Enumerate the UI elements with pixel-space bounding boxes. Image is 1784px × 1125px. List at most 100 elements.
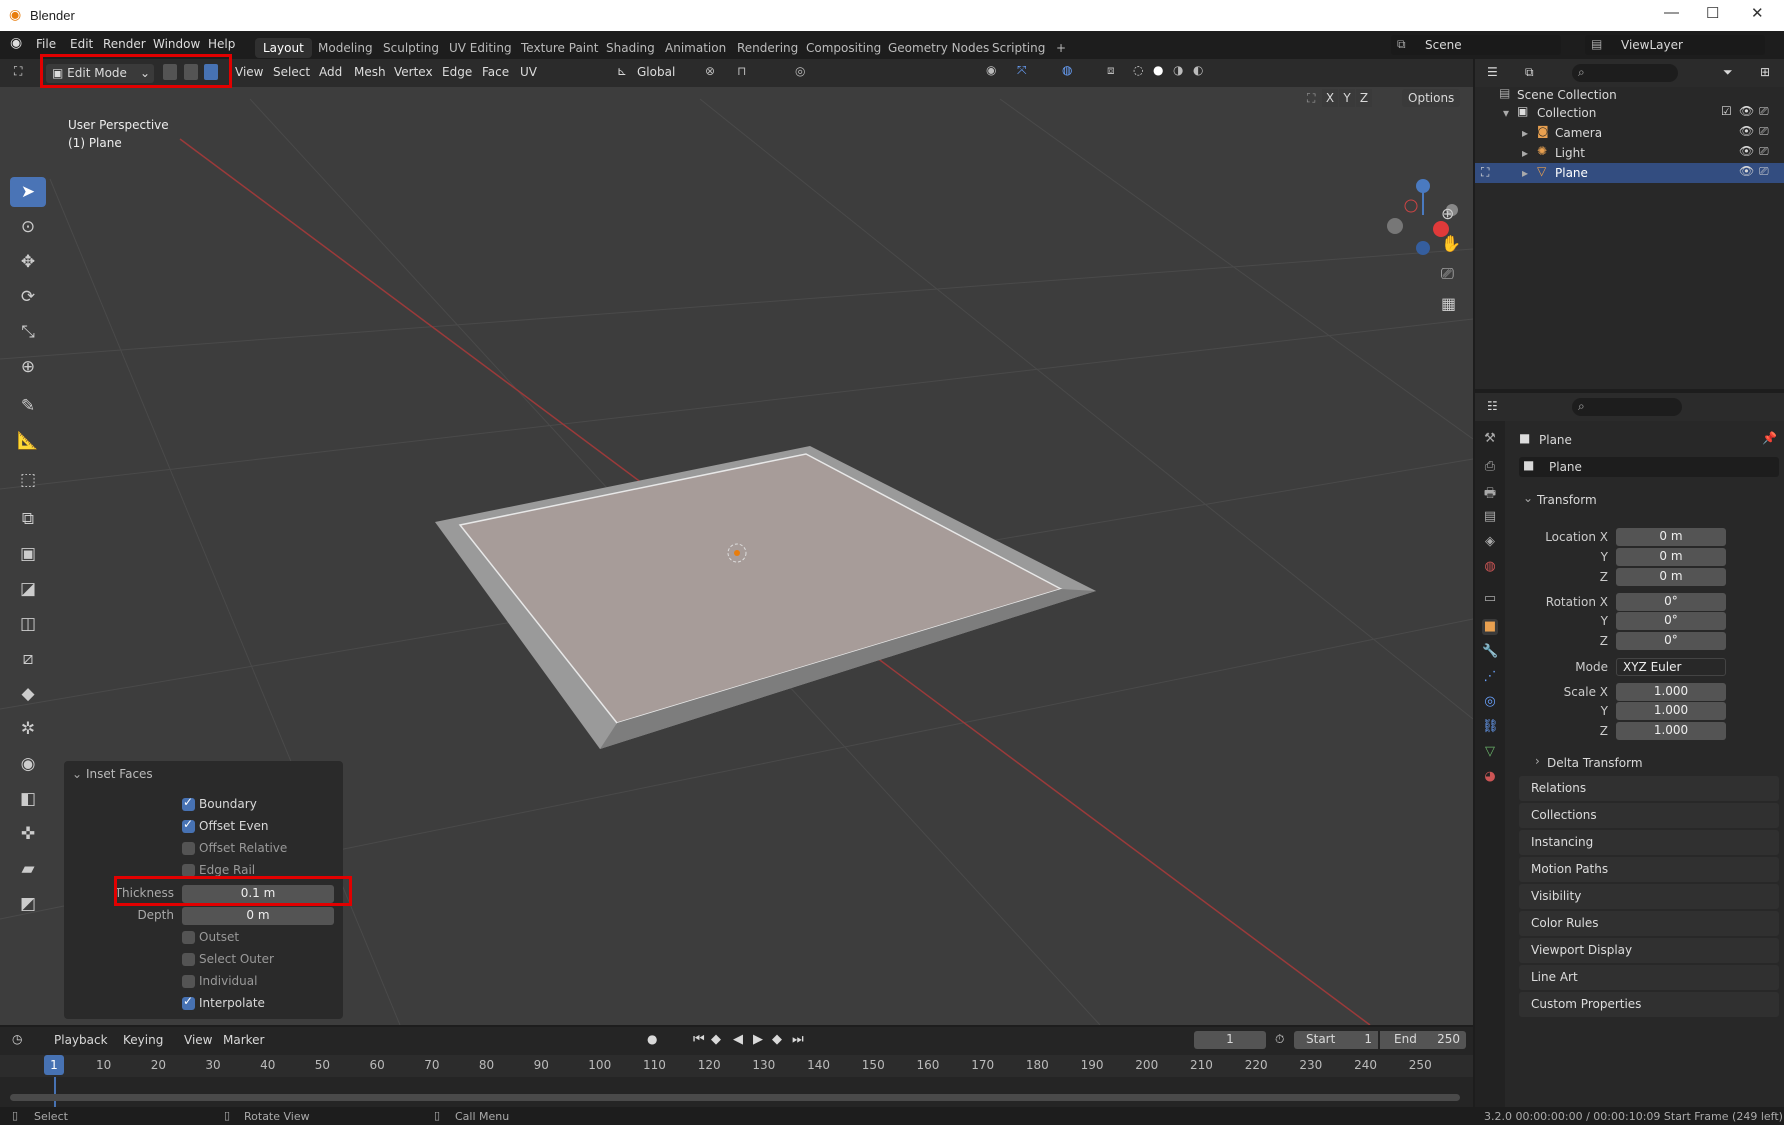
mirror-z-button[interactable]: Z — [1356, 89, 1372, 107]
material-tab-icon[interactable]: ◕ — [1482, 769, 1498, 785]
properties-search-input[interactable]: ⌕ — [1572, 398, 1682, 416]
instancing-panel[interactable]: Instancing — [1519, 830, 1779, 855]
chevron-down-icon[interactable]: ⌄ — [1523, 491, 1533, 505]
expand-icon[interactable]: ▾ — [1503, 106, 1509, 120]
scale-tool[interactable]: ⤡ — [10, 317, 46, 347]
view-menu[interactable]: View — [184, 1033, 212, 1047]
depth-field[interactable]: 0 m — [182, 907, 334, 925]
stopwatch-icon[interactable]: ⏱ — [1275, 1032, 1284, 1047]
scene-tab-icon[interactable]: ◈ — [1482, 534, 1498, 550]
location-y-field[interactable]: 0 m — [1616, 548, 1726, 566]
outliner-row-plane[interactable]: ⛶ ▸ ▽ Plane 👁 ⎚ — [1475, 163, 1784, 183]
loop-cut-tool[interactable]: ◫ — [10, 609, 46, 639]
tab-modeling[interactable]: Modeling — [310, 38, 381, 58]
outliner-editor-icon[interactable]: ☰ — [1487, 65, 1498, 79]
select-outer-checkbox[interactable] — [182, 953, 195, 966]
custom-properties-panel[interactable]: Custom Properties — [1519, 992, 1779, 1017]
filter-icon[interactable]: ⏷ — [1723, 65, 1733, 80]
pin-icon[interactable]: 📌 — [1762, 431, 1777, 445]
prev-keyframe-icon[interactable]: ◆ — [711, 1032, 721, 1047]
jump-start-icon[interactable]: ⏮ — [693, 1032, 705, 1047]
edge-slide-tool[interactable]: ◧ — [10, 784, 46, 814]
blender-menu-icon[interactable]: ◉ — [10, 35, 22, 51]
keying-menu[interactable]: Keying — [123, 1033, 163, 1047]
output-tab-icon[interactable]: 🖶 — [1482, 484, 1498, 501]
timeline-scrollbar[interactable] — [10, 1094, 1460, 1101]
viewport-display-panel[interactable]: Viewport Display — [1519, 938, 1779, 963]
transform-tool[interactable]: ⊕ — [10, 352, 46, 382]
constraints-tab-icon[interactable]: ⛓ — [1482, 719, 1499, 735]
add-workspace-button[interactable]: + — [1048, 38, 1074, 58]
scale-y-field[interactable]: 1.000 — [1616, 702, 1726, 720]
menu-add[interactable]: Add — [319, 65, 342, 79]
scale-z-field[interactable]: 1.000 — [1616, 722, 1726, 740]
inset-tool[interactable]: ▣ — [10, 539, 46, 569]
menu-mesh[interactable]: Mesh — [354, 65, 386, 79]
perspective-toggle-icon[interactable]: ▦ — [1441, 294, 1456, 313]
options-dropdown[interactable]: Options — [1402, 89, 1461, 107]
editor-type-icon[interactable]: ⛶ — [14, 64, 22, 79]
object-datablock-field[interactable]: ■ Plane — [1519, 457, 1779, 477]
menu-select[interactable]: Select — [273, 65, 310, 79]
shrink-fatten-tool[interactable]: ✜ — [10, 819, 46, 849]
properties-editor-icon[interactable]: ☷ — [1487, 399, 1498, 413]
tab-sculpting[interactable]: Sculpting — [375, 38, 447, 58]
annotate-tool[interactable]: ✎ — [10, 391, 46, 421]
measure-tool[interactable]: 📐 — [10, 426, 46, 456]
menu-help[interactable]: Help — [208, 37, 235, 51]
rotation-z-field[interactable]: 0° — [1616, 632, 1726, 650]
collection-label[interactable]: Collection — [1537, 106, 1596, 120]
individual-checkbox[interactable] — [182, 975, 195, 988]
new-collection-icon[interactable]: ⊞ — [1760, 65, 1770, 79]
wireframe-shading-icon[interactable]: ◌ — [1133, 63, 1143, 77]
collection-checkbox[interactable]: ☑ — [1721, 104, 1732, 118]
marker-menu[interactable]: Marker — [223, 1033, 264, 1047]
delta-transform-subpanel[interactable]: Delta Transform — [1547, 756, 1643, 770]
render-tab-icon[interactable]: ⎙ — [1482, 459, 1498, 475]
tab-layout[interactable]: Layout — [255, 38, 312, 58]
play-icon[interactable]: ▶ — [753, 1032, 763, 1047]
outliner-item-light[interactable]: Light — [1555, 146, 1585, 160]
pan-hand-icon[interactable]: ✋ — [1441, 234, 1461, 253]
scene-selector[interactable]: ⧉ Scene — [1391, 35, 1561, 55]
proportional-edit-icon[interactable]: ◎ — [795, 64, 805, 78]
visibility-icon[interactable]: ◉ — [986, 63, 996, 77]
panel-collapse-icon[interactable]: ⌄ — [72, 767, 82, 781]
offset-even-checkbox[interactable] — [182, 817, 195, 833]
start-frame-field[interactable]: Start 1 — [1294, 1031, 1378, 1049]
rotate-tool[interactable]: ⟳ — [10, 282, 46, 312]
render-camera-icon[interactable]: ⎚ — [1759, 144, 1769, 159]
scale-x-field[interactable]: 1.000 — [1616, 683, 1726, 701]
object-tab-icon[interactable]: ■ — [1482, 619, 1498, 635]
material-shading-icon[interactable]: ◑ — [1173, 63, 1183, 77]
transform-orientation-dropdown[interactable]: Global — [637, 65, 675, 79]
transform-panel-header[interactable]: Transform — [1537, 493, 1597, 507]
viewlayer-selector[interactable]: ▤ ViewLayer — [1585, 35, 1765, 55]
expand-icon[interactable]: ▸ — [1522, 146, 1528, 160]
xray-icon[interactable]: ⧈ — [1107, 63, 1115, 78]
menu-edit[interactable]: Edit — [70, 37, 93, 51]
mirror-icon[interactable]: ⛶ — [1307, 91, 1315, 106]
overlay-icon[interactable]: ◍ — [1062, 63, 1072, 77]
smooth-tool[interactable]: ◉ — [10, 749, 46, 779]
menu-file[interactable]: File — [36, 37, 56, 51]
line-art-panel[interactable]: Line Art — [1519, 965, 1779, 990]
extrude-tool[interactable]: ⧉ — [10, 504, 46, 534]
render-camera-icon[interactable]: ⎚ — [1759, 104, 1769, 119]
frame-ruler[interactable]: 1 10 20 30 40 50 60 70 80 90 100 110 120 130 140 150 16… — [0, 1055, 1473, 1077]
tab-animation[interactable]: Animation — [657, 38, 734, 58]
tab-compositing[interactable]: Compositing — [798, 38, 889, 58]
mirror-x-button[interactable]: X — [1322, 89, 1338, 107]
mirror-y-button[interactable]: Y — [1339, 89, 1355, 107]
menu-render[interactable]: Render — [103, 37, 146, 51]
menu-window[interactable]: Window — [153, 37, 200, 51]
close-button[interactable]: ✕ — [1751, 4, 1764, 22]
menu-uv[interactable]: UV — [520, 65, 537, 79]
menu-view[interactable]: View — [235, 65, 263, 79]
tool-tab-icon[interactable]: ⚒ — [1482, 431, 1498, 447]
outliner-search-input[interactable]: ⌕ — [1572, 64, 1678, 82]
visibility-panel[interactable]: Visibility — [1519, 884, 1779, 909]
physics-tab-icon[interactable]: ◎ — [1482, 694, 1498, 710]
eye-icon[interactable]: 👁 — [1739, 124, 1754, 138]
playhead[interactable]: 1 — [44, 1055, 64, 1075]
